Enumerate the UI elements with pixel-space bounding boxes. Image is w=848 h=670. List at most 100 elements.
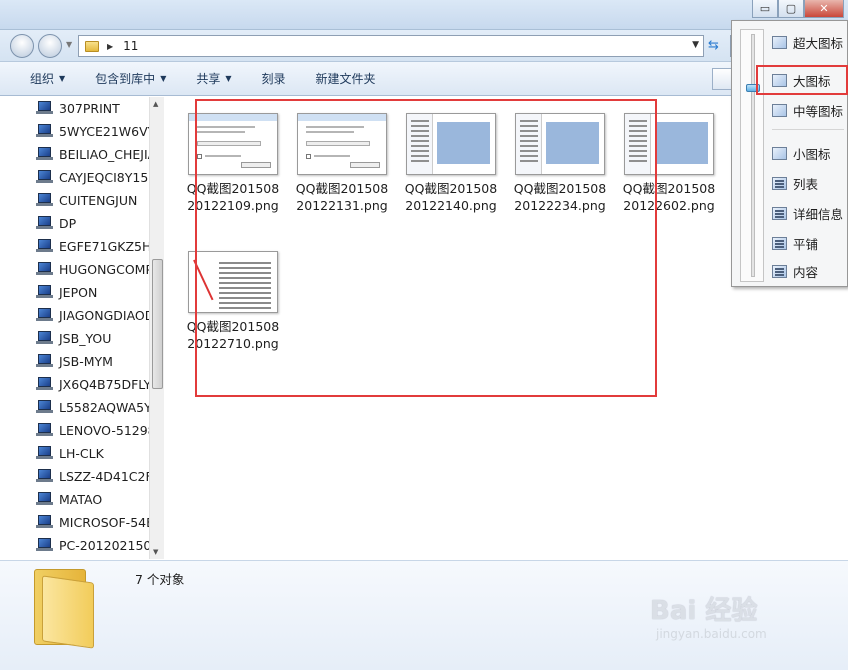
nav-item[interactable]: MATAO	[36, 488, 102, 510]
view-option-label: 内容	[793, 264, 819, 280]
forward-button[interactable]	[38, 34, 62, 58]
nav-item[interactable]: JIAGONGDIAOD	[36, 304, 154, 326]
watermark: Bai 经验 jingyan.baidu.com	[650, 590, 820, 650]
toolbar-item-4[interactable]: 新建文件夹	[312, 70, 380, 87]
file-name: QQ截图20150820122140.png	[404, 181, 498, 213]
view-option-2[interactable]: 中等图标	[772, 99, 848, 121]
close-icon: ✕	[819, 2, 829, 15]
dropdown-caret-icon: ▼	[225, 74, 232, 83]
file-name: QQ截图20150820122602.png	[622, 181, 716, 213]
nav-item[interactable]: HUGONGCOMP	[36, 258, 153, 280]
view-option-6[interactable]: 平铺	[772, 232, 848, 254]
view-option-5[interactable]: 详细信息	[772, 202, 848, 224]
nav-item[interactable]: JX6Q4B75DFLYI	[36, 373, 155, 395]
view-option-3[interactable]: 小图标	[772, 142, 848, 164]
view-option-4[interactable]: 列表	[772, 172, 848, 194]
nav-item-label: JSB_YOU	[59, 330, 112, 346]
scrollbar-thumb[interactable]	[152, 259, 163, 389]
file-name: QQ截图20150820122234.png	[513, 181, 607, 213]
refresh-icon[interactable]: ⇆	[708, 38, 726, 54]
folder-icon	[85, 40, 99, 52]
computer-icon	[36, 239, 53, 253]
file-tile[interactable]: QQ截图20150820122234.png	[510, 113, 610, 214]
nav-item[interactable]: MICROSOF-54E	[36, 511, 154, 533]
address-dropdown-icon[interactable]: ▼	[692, 40, 699, 50]
view-option-0[interactable]: 超大图标	[772, 31, 848, 53]
breadcrumb-arrow-icon[interactable]: ▶	[107, 42, 113, 51]
extra-large-icons-icon	[772, 35, 787, 49]
computer-icon	[36, 124, 53, 138]
slider-track	[751, 34, 755, 277]
toolbar-item-label: 刻录	[261, 72, 286, 86]
nav-item[interactable]: JSB-MYM	[36, 350, 113, 372]
scroll-down-icon[interactable]: ▼	[153, 548, 158, 556]
window-controls: ▭ ▢ ✕	[752, 0, 844, 18]
computer-icon	[36, 193, 53, 207]
image-thumbnail	[188, 251, 278, 313]
nav-item[interactable]: DP	[36, 212, 76, 234]
close-button[interactable]: ✕	[804, 0, 844, 18]
nav-item-label: EGFE71GKZ5HH	[59, 238, 161, 254]
file-tile[interactable]: QQ截图20150820122602.png	[619, 113, 719, 214]
nav-item[interactable]: 5WYCE21W6VY	[36, 120, 155, 142]
image-thumbnail	[188, 113, 278, 175]
maximize-button[interactable]: ▢	[778, 0, 804, 18]
nav-item-label: JEPON	[59, 284, 98, 300]
medium-icons-icon	[772, 103, 787, 117]
nav-item[interactable]: L5582AQWA5YC	[36, 396, 160, 418]
nav-item-label: BEILIAO_CHEJIA	[59, 146, 157, 162]
watermark-url: jingyan.baidu.com	[656, 627, 767, 641]
computer-icon	[36, 308, 53, 322]
large-icons-icon	[772, 73, 787, 87]
watermark-logo: Bai 经验	[650, 596, 758, 626]
nav-item[interactable]: JSB_YOU	[36, 327, 111, 349]
toolbar-item-0[interactable]: 组织 ▼	[26, 70, 69, 87]
nav-item[interactable]: CAYJEQCI8Y15S	[36, 166, 156, 188]
view-option-7[interactable]: 内容	[772, 260, 848, 282]
minimize-button[interactable]: ▭	[752, 0, 778, 18]
nav-item[interactable]: JEPON	[36, 281, 97, 303]
file-tile[interactable]: QQ截图20150820122710.png	[183, 251, 283, 352]
file-tile[interactable]: QQ截图20150820122140.png	[401, 113, 501, 214]
nav-item[interactable]: PC-2012021509	[36, 534, 159, 556]
view-option-label: 中等图标	[793, 103, 844, 119]
nav-item[interactable]: 307PRINT	[36, 97, 120, 119]
computer-icon	[36, 354, 53, 368]
scroll-up-icon[interactable]: ▲	[153, 100, 158, 108]
breadcrumb-current[interactable]: 11	[123, 39, 138, 53]
back-button[interactable]	[10, 34, 34, 58]
file-name: QQ截图20150820122710.png	[186, 319, 280, 351]
computer-icon	[36, 262, 53, 276]
view-option-label: 小图标	[793, 146, 831, 162]
nav-item-label: 307PRINT	[59, 100, 120, 116]
address-row: ▼ ▶ 11 ▼ ⇆	[0, 30, 848, 62]
recent-pages-icon[interactable]: ▼	[66, 40, 74, 49]
view-option-label: 平铺	[793, 236, 819, 252]
nav-item[interactable]: BEILIAO_CHEJIA	[36, 143, 156, 165]
minimize-icon: ▭	[759, 2, 771, 15]
nav-item-label: 5WYCE21W6VY	[59, 123, 156, 139]
nav-item[interactable]: LENOVO-51298	[36, 419, 156, 441]
navigation-pane: 307PRINT 5WYCE21W6VY BEILIAO_CHEJIA CAYJEQC…	[0, 97, 164, 559]
computer-icon	[36, 492, 53, 506]
toolbar-item-label: 组织	[30, 72, 55, 86]
computer-icon	[36, 446, 53, 460]
toolbar-item-3[interactable]: 刻录	[258, 70, 290, 87]
toolbar-item-1[interactable]: 包含到库中 ▼	[91, 70, 170, 87]
file-name: QQ截图20150820122109.png	[186, 181, 280, 213]
nav-item-label: CAYJEQCI8Y15S	[59, 169, 157, 185]
computer-icon	[36, 469, 53, 483]
nav-item[interactable]: EGFE71GKZ5HH	[36, 235, 161, 257]
view-option-1[interactable]: 大图标	[772, 69, 848, 91]
folder-large-icon	[34, 569, 94, 649]
file-tile[interactable]: QQ截图20150820122109.png	[183, 113, 283, 214]
address-bar[interactable]: ▶ 11 ▼	[78, 35, 704, 57]
nav-item-label: PC-2012021509	[59, 537, 160, 553]
computer-icon	[36, 216, 53, 230]
nav-item[interactable]: CUITENGJUN	[36, 189, 137, 211]
nav-item[interactable]: LSZZ-4D41C2F2	[36, 465, 161, 487]
nav-scrollbar[interactable]: ▲ ▼	[149, 97, 164, 559]
file-tile[interactable]: QQ截图20150820122131.png	[292, 113, 392, 214]
toolbar-item-2[interactable]: 共享 ▼	[192, 70, 235, 87]
nav-item[interactable]: LH-CLK	[36, 442, 104, 464]
